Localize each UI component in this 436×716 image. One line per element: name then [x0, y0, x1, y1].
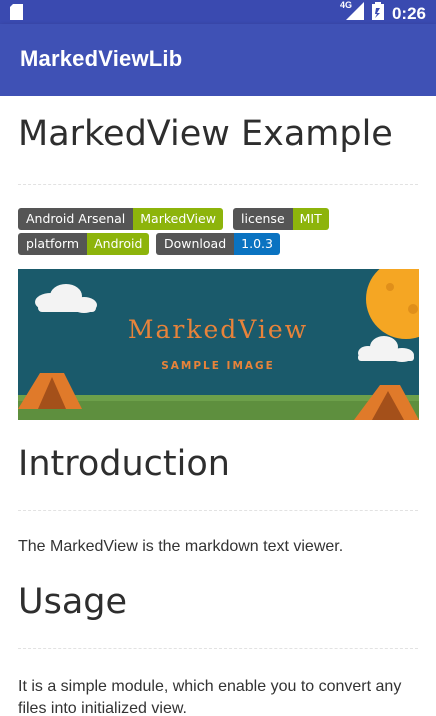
- intro-paragraph: The MarkedView is the markdown text view…: [18, 538, 344, 555]
- badge-license[interactable]: license MIT: [233, 208, 329, 230]
- status-time: 0:26: [391, 3, 426, 23]
- badge-label: license: [233, 208, 293, 230]
- sample-banner-image: MarkedView SAMPLE IMAGE: [18, 269, 419, 420]
- badge-download[interactable]: Download 1.0.3: [156, 233, 280, 255]
- section-divider: [18, 510, 418, 511]
- cell-signal-icon: 4G: [340, 0, 364, 25]
- battery-icon: [371, 2, 384, 25]
- banner-title: MarkedView: [128, 315, 308, 344]
- app-bar: MarkedViewLib: [0, 24, 436, 96]
- markdown-view[interactable]: MarkedView Example Android Arsenal Marke…: [0, 96, 436, 716]
- badge-label: Download: [156, 233, 235, 255]
- network-type: 4G: [339, 0, 352, 10]
- sd-card-icon: [10, 4, 23, 25]
- section-divider: [18, 648, 418, 649]
- status-bar: 4G 0:26: [0, 0, 436, 24]
- section-heading-introduction: Introduction: [18, 444, 230, 484]
- banner-subtitle: SAMPLE IMAGE: [161, 360, 275, 372]
- title-divider: [18, 184, 418, 185]
- badge-label: Android Arsenal: [18, 208, 134, 230]
- badge-value: Android: [87, 233, 150, 255]
- badge-value: MarkedView: [133, 208, 223, 230]
- badge-platform[interactable]: platform Android: [18, 233, 150, 255]
- section-heading-usage: Usage: [18, 582, 128, 622]
- badge-value: MIT: [292, 208, 329, 230]
- page-title: MarkedView Example: [18, 114, 393, 154]
- badge-android-arsenal[interactable]: Android Arsenal MarkedView: [18, 208, 223, 230]
- usage-paragraph: It is a simple module, which enable you …: [18, 678, 402, 716]
- badge-label: platform: [18, 233, 88, 255]
- badge-value: 1.0.3: [234, 233, 280, 255]
- app-title: MarkedViewLib: [20, 46, 183, 71]
